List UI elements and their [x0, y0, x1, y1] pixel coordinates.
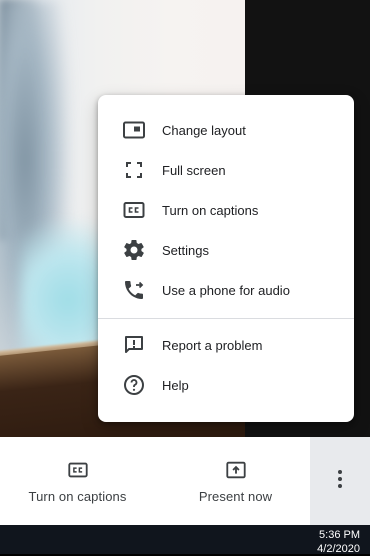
report-icon	[122, 333, 146, 357]
closed-captions-icon	[122, 198, 146, 222]
menu-item-full-screen[interactable]: Full screen	[98, 150, 354, 190]
clock-time: 5:36 PM	[319, 529, 360, 541]
more-vert-icon	[337, 469, 343, 494]
menu-item-turn-on-captions[interactable]: Turn on captions	[98, 190, 354, 230]
meeting-controls-bar: Turn on captions Present now	[0, 437, 370, 525]
menu-item-report-problem[interactable]: Report a problem	[98, 325, 354, 365]
taskbar-clock[interactable]: 5:36 PM 4/2/2020	[317, 528, 360, 556]
windows-taskbar: 5:36 PM 4/2/2020	[0, 525, 370, 556]
menu-item-label: Report a problem	[162, 337, 263, 353]
help-icon	[122, 373, 146, 397]
menu-item-help[interactable]: Help	[98, 365, 354, 405]
present-now-button[interactable]: Present now	[168, 437, 303, 525]
captions-button-label: Turn on captions	[28, 488, 127, 504]
layout-icon	[122, 118, 146, 142]
menu-item-change-layout[interactable]: Change layout	[98, 110, 354, 150]
gear-icon	[122, 238, 146, 262]
more-options-button[interactable]	[310, 437, 370, 525]
menu-item-label: Full screen	[162, 162, 226, 178]
menu-item-label: Settings	[162, 242, 209, 258]
fullscreen-icon	[122, 158, 146, 182]
turn-on-captions-button[interactable]: Turn on captions	[10, 437, 145, 525]
present-button-label: Present now	[198, 488, 273, 504]
menu-item-label: Change layout	[162, 122, 246, 138]
more-options-menu: Change layout Full screen Turn on captio…	[98, 95, 354, 422]
menu-item-label: Use a phone for audio	[162, 282, 290, 298]
menu-item-phone-audio[interactable]: Use a phone for audio	[98, 270, 354, 310]
closed-captions-icon	[67, 459, 89, 481]
menu-divider	[98, 318, 354, 319]
menu-item-label: Help	[162, 377, 189, 393]
present-screen-icon	[225, 459, 247, 481]
menu-item-label: Turn on captions	[162, 202, 259, 218]
phone-audio-icon	[122, 278, 146, 302]
menu-item-settings[interactable]: Settings	[98, 230, 354, 270]
